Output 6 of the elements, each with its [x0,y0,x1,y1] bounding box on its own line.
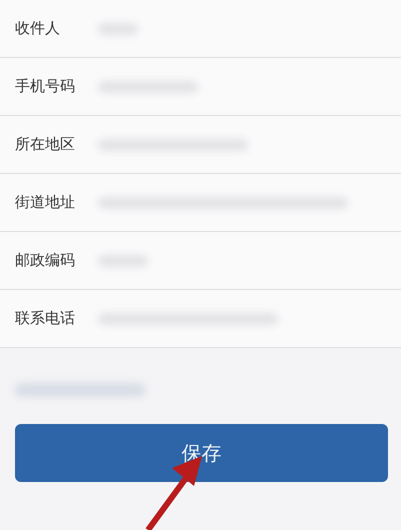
field-label: 手机号码 [14,77,76,96]
field-label: 所在地区 [14,135,76,154]
field-label: 邮政编码 [14,251,76,270]
field-label: 收件人 [14,19,61,38]
field-label: 联系电话 [14,309,76,328]
field-label: 街道地址 [14,193,76,212]
